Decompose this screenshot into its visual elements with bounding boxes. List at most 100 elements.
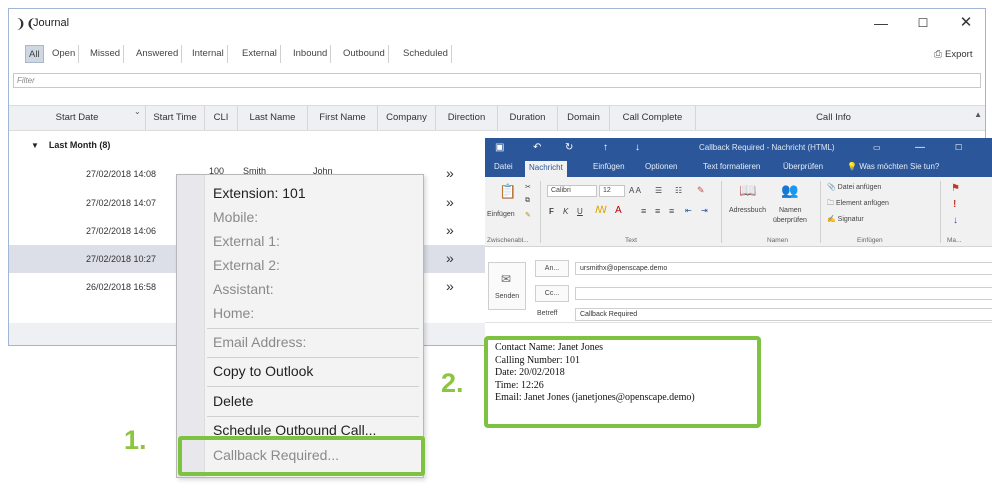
scroll-up-icon[interactable]: ▲ xyxy=(974,110,982,119)
format-painter-icon[interactable]: ✎ xyxy=(525,211,531,219)
tab-internal[interactable]: Internal xyxy=(189,45,228,63)
tab-answered[interactable]: Answered xyxy=(133,45,183,63)
tell-me-search[interactable]: 💡 Was möchten Sie tun? xyxy=(847,162,939,171)
tab-outbound[interactable]: Outbound xyxy=(340,45,389,63)
outlook-ribbon-tabs: Datei Nachricht Einfügen Optionen Text f… xyxy=(485,159,992,177)
col-start-date[interactable]: Start Date xyxy=(9,106,146,130)
attach-file-button[interactable]: 📎 Datei anfügen xyxy=(827,183,881,191)
tab-nachricht[interactable]: Nachricht xyxy=(525,161,567,177)
italic-icon[interactable]: K xyxy=(563,207,568,216)
check-names-label-2[interactable]: überprüfen xyxy=(773,217,807,224)
tab-optionen[interactable]: Optionen xyxy=(645,162,677,171)
check-names-label-1[interactable]: Namen xyxy=(779,207,802,214)
redo-icon[interactable]: ↻ xyxy=(565,142,573,153)
paste-icon[interactable]: 📋 xyxy=(499,183,516,200)
copy-icon[interactable]: ⧉ xyxy=(525,197,530,205)
to-button[interactable]: An... xyxy=(535,260,569,277)
tab-external[interactable]: External xyxy=(239,45,281,63)
high-importance-icon[interactable]: ! xyxy=(953,199,956,210)
address-book-button[interactable]: Adressbuch xyxy=(729,207,766,214)
expand-chevrons-icon[interactable]: » xyxy=(446,165,454,181)
grow-font-icon[interactable]: A A xyxy=(629,186,641,195)
tab-scheduled[interactable]: Scheduled xyxy=(400,45,452,63)
decrease-indent-icon[interactable]: ⇤ xyxy=(685,206,692,215)
col-start-time[interactable]: Start Time xyxy=(146,106,205,130)
tab-missed[interactable]: Missed xyxy=(87,45,125,63)
col-first-name[interactable]: First Name xyxy=(308,106,378,130)
minimize-icon[interactable]: — xyxy=(872,15,890,31)
increase-indent-icon[interactable]: ⇥ xyxy=(701,206,708,215)
maximize-icon[interactable]: ☐ xyxy=(955,143,962,152)
col-cli[interactable]: CLI xyxy=(205,106,238,130)
up-arrow-icon[interactable]: ↑ xyxy=(603,142,608,153)
menu-item-copy-to-outlook[interactable]: Copy to Outlook xyxy=(213,363,313,379)
paste-button[interactable]: Einfügen xyxy=(487,211,515,218)
text-group-label: Text xyxy=(625,237,637,244)
tab-all[interactable]: All xyxy=(25,45,44,63)
tab-datei[interactable]: Datei xyxy=(494,162,513,171)
collapse-triangle-icon[interactable]: ▼ xyxy=(31,141,39,150)
numbering-icon[interactable]: ☷ xyxy=(675,186,682,195)
menu-item-extension[interactable]: Extension: 101 xyxy=(213,185,306,201)
cc-field[interactable] xyxy=(575,287,992,300)
expand-chevrons-icon[interactable]: » xyxy=(446,250,454,266)
down-arrow-icon[interactable]: ↓ xyxy=(635,142,640,153)
expand-chevrons-icon[interactable]: » xyxy=(446,278,454,294)
tab-text-formatieren[interactable]: Text formatieren xyxy=(703,162,760,171)
col-company[interactable]: Company xyxy=(378,106,436,130)
to-field[interactable]: ursmithx@openscape.demo xyxy=(575,262,992,275)
col-domain[interactable]: Domain xyxy=(558,106,610,130)
tab-einfuegen[interactable]: Einfügen xyxy=(593,162,625,171)
menu-item-delete[interactable]: Delete xyxy=(213,393,253,409)
tab-inbound[interactable]: Inbound xyxy=(290,45,332,63)
col-duration[interactable]: Duration xyxy=(498,106,558,130)
signature-button[interactable]: ✍ Signatur xyxy=(827,215,864,223)
address-book-icon[interactable]: 📖 xyxy=(739,182,756,199)
maximize-icon[interactable]: ☐ xyxy=(914,16,932,30)
filter-input[interactable]: Filter xyxy=(13,73,981,88)
subject-field[interactable]: Callback Required xyxy=(575,308,992,321)
col-call-complete[interactable]: Call Complete xyxy=(610,106,696,130)
col-last-name[interactable]: Last Name xyxy=(238,106,308,130)
journal-tab-bar: All Open Missed Answered Internal Extern… xyxy=(9,41,985,65)
tab-open[interactable]: Open xyxy=(49,45,80,63)
export-button[interactable]: ⎙ Export xyxy=(934,49,972,60)
align-right-icon[interactable]: ≡ xyxy=(669,206,674,216)
check-names-icon[interactable]: 👥 xyxy=(781,182,798,199)
group-header[interactable]: ▼ Last Month (8) xyxy=(31,140,110,150)
send-label: Senden xyxy=(495,293,520,300)
underline-icon[interactable]: U xyxy=(577,207,583,216)
col-call-info[interactable]: Call Info xyxy=(696,106,971,130)
font-name-value: Calibri xyxy=(551,187,571,194)
highlight-callback-required xyxy=(178,436,425,476)
send-button[interactable]: ✉ Senden xyxy=(488,262,526,310)
table-header: Start Date ⌄ Start Time CLI Last Name Fi… xyxy=(9,105,985,131)
highlight-color-icon[interactable]: ꟿ xyxy=(595,205,607,216)
bold-icon[interactable]: F xyxy=(549,207,554,216)
minimize-icon[interactable]: — xyxy=(915,142,925,153)
cut-icon[interactable]: ✂ xyxy=(525,183,531,191)
tab-ueberpruefen[interactable]: Überprüfen xyxy=(783,162,823,171)
attach-item-label: Element anfügen xyxy=(835,200,889,207)
follow-up-flag-icon[interactable]: ⚑ xyxy=(951,183,960,194)
font-color-icon[interactable]: A xyxy=(615,205,622,216)
col-direction[interactable]: Direction xyxy=(436,106,498,130)
export-label: Export xyxy=(945,49,973,60)
expand-chevrons-icon[interactable]: » xyxy=(446,222,454,238)
expand-chevrons-icon[interactable]: » xyxy=(446,194,454,210)
align-center-icon[interactable]: ≡ xyxy=(655,206,660,216)
low-importance-icon[interactable]: ↓ xyxy=(953,215,958,226)
ribbon-separator xyxy=(540,181,541,243)
cc-button[interactable]: Cc... xyxy=(535,285,569,302)
ribbon-options-icon[interactable]: ▭ xyxy=(873,143,881,152)
align-left-icon[interactable]: ≡ xyxy=(641,206,646,216)
journal-titlebar: ❩❨ Journal — ☐ ✕ xyxy=(9,9,985,39)
undo-icon[interactable]: ↶ xyxy=(533,142,541,153)
font-size-value: 12 xyxy=(603,187,611,194)
save-icon[interactable]: ▣ xyxy=(495,142,504,153)
close-icon[interactable]: ✕ xyxy=(957,13,975,31)
clear-format-icon[interactable]: ✎ xyxy=(697,185,705,196)
attach-item-button[interactable]: 🗀 Element anfügen xyxy=(827,199,889,210)
bullets-icon[interactable]: ☰ xyxy=(655,186,662,195)
screenshot-root: ❩❨ Journal — ☐ ✕ All Open Missed Answere… xyxy=(0,0,992,488)
